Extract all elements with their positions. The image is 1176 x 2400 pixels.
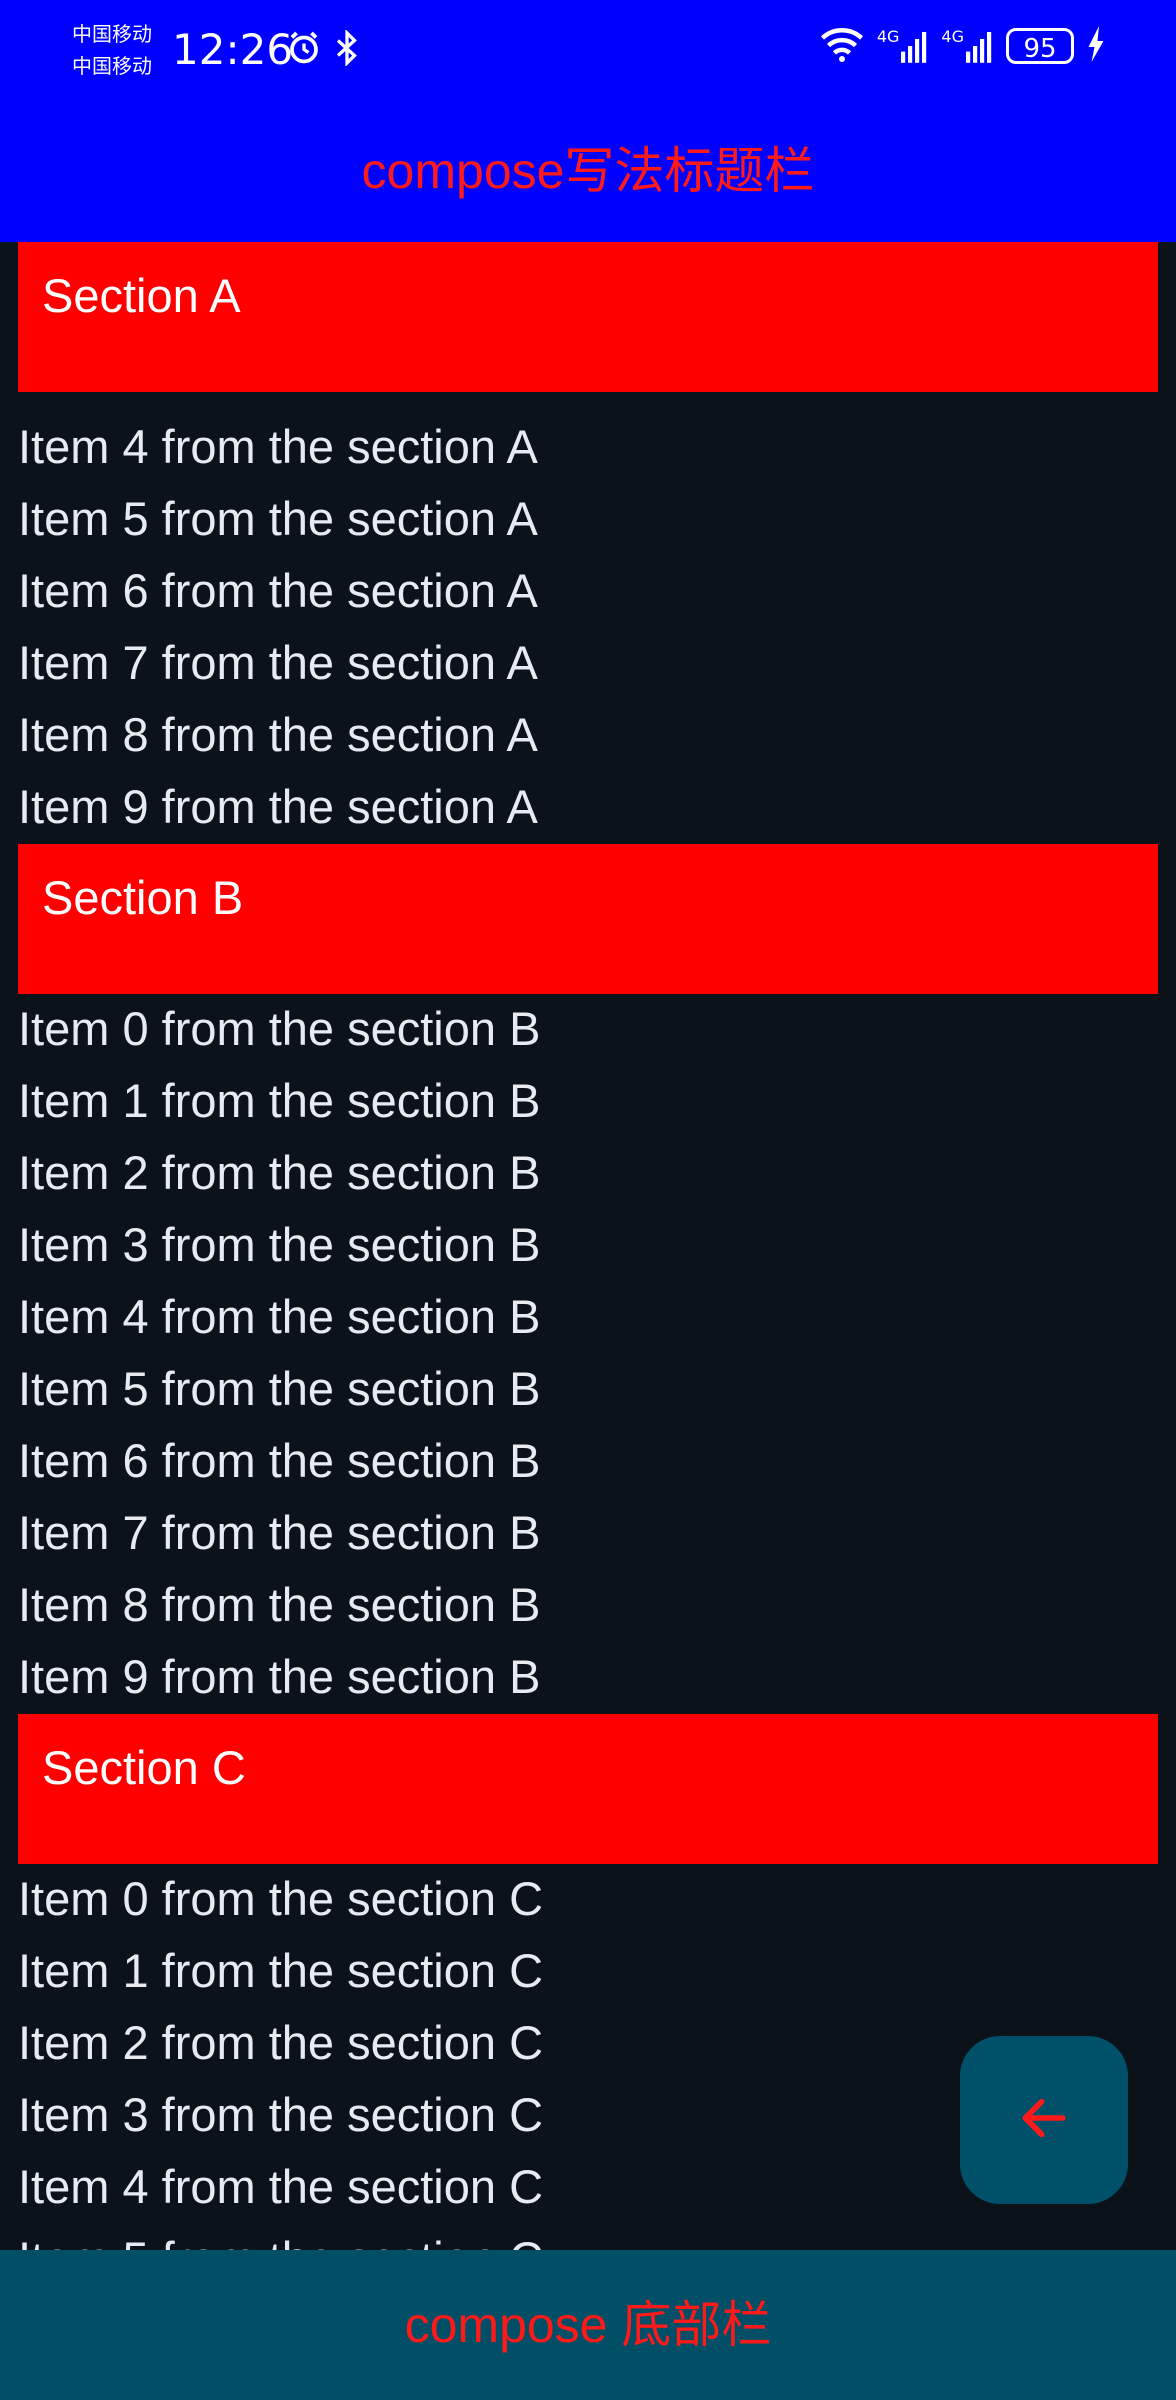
list-item[interactable]: Item 1 from the section C: [18, 1935, 543, 2007]
list-item[interactable]: Item 4 from the section A: [18, 411, 538, 483]
list-item[interactable]: Item 6 from the section A: [18, 555, 538, 627]
carrier-label-2: 中国移动: [72, 54, 152, 78]
status-bar: 中国移动 中国移动 12:26 4G 4G 95: [0, 0, 1176, 100]
section-header-a: Section A: [18, 242, 1158, 392]
wifi-icon: [819, 26, 865, 66]
signal-icon-1: 4G: [877, 29, 930, 63]
app-bar-title: compose写法标题栏: [361, 143, 815, 199]
status-icons-left: [286, 29, 360, 70]
list-item[interactable]: Item 1 from the section B: [18, 1065, 540, 1137]
sectioned-list[interactable]: Section A Item 4 from the section A Item…: [0, 242, 1176, 2250]
carrier-label-1: 中国移动: [72, 22, 152, 46]
section-header-c: Section C: [18, 1714, 1158, 1864]
clock: 12:26: [172, 25, 294, 74]
battery-indicator: 95: [1006, 28, 1074, 64]
network-type-1: 4G: [876, 27, 900, 46]
list-item[interactable]: Item 9 from the section B: [18, 1641, 540, 1713]
bottom-bar: compose 底部栏: [0, 2250, 1176, 2400]
list-item[interactable]: Item 5 from the section B: [18, 1353, 540, 1425]
list-item[interactable]: Item 3 from the section C: [18, 2079, 543, 2151]
list-item[interactable]: Item 5 from the section A: [18, 483, 538, 555]
charging-icon: [1086, 26, 1106, 66]
list-item[interactable]: Item 2 from the section B: [18, 1137, 540, 1209]
list-item[interactable]: Item 8 from the section B: [18, 1569, 540, 1641]
list-item[interactable]: Item 7 from the section A: [18, 627, 538, 699]
list-item[interactable]: Item 2 from the section C: [18, 2007, 543, 2079]
signal-icon-2: 4G: [941, 29, 994, 63]
arrow-left-icon: [1016, 2090, 1072, 2150]
list-item[interactable]: Item 0 from the section C: [18, 1863, 543, 1935]
list-item[interactable]: Item 9 from the section A: [18, 771, 538, 843]
status-icons-right: 4G 4G 95: [819, 26, 1106, 66]
carrier-labels: 中国移动 中国移动: [72, 18, 152, 82]
list-item[interactable]: Item 4 from the section B: [18, 1281, 540, 1353]
section-header-b: Section B: [18, 844, 1158, 994]
list-item[interactable]: Item 4 from the section C: [18, 2151, 543, 2223]
list-item[interactable]: Item 3 from the section B: [18, 1209, 540, 1281]
list-item[interactable]: Item 7 from the section B: [18, 1497, 540, 1569]
list-item[interactable]: Item 8 from the section A: [18, 699, 538, 771]
list-item[interactable]: Item 0 from the section B: [18, 993, 540, 1065]
list-item[interactable]: Item 6 from the section B: [18, 1425, 540, 1497]
alarm-icon: [286, 30, 322, 70]
list-item[interactable]: Item 5 from the section C: [18, 2223, 543, 2250]
top-app-bar: compose写法标题栏: [0, 100, 1176, 242]
bottom-bar-title: compose 底部栏: [404, 2297, 772, 2353]
back-fab-button[interactable]: [960, 2036, 1128, 2204]
network-type-2: 4G: [941, 27, 964, 46]
bluetooth-icon: [334, 29, 360, 70]
